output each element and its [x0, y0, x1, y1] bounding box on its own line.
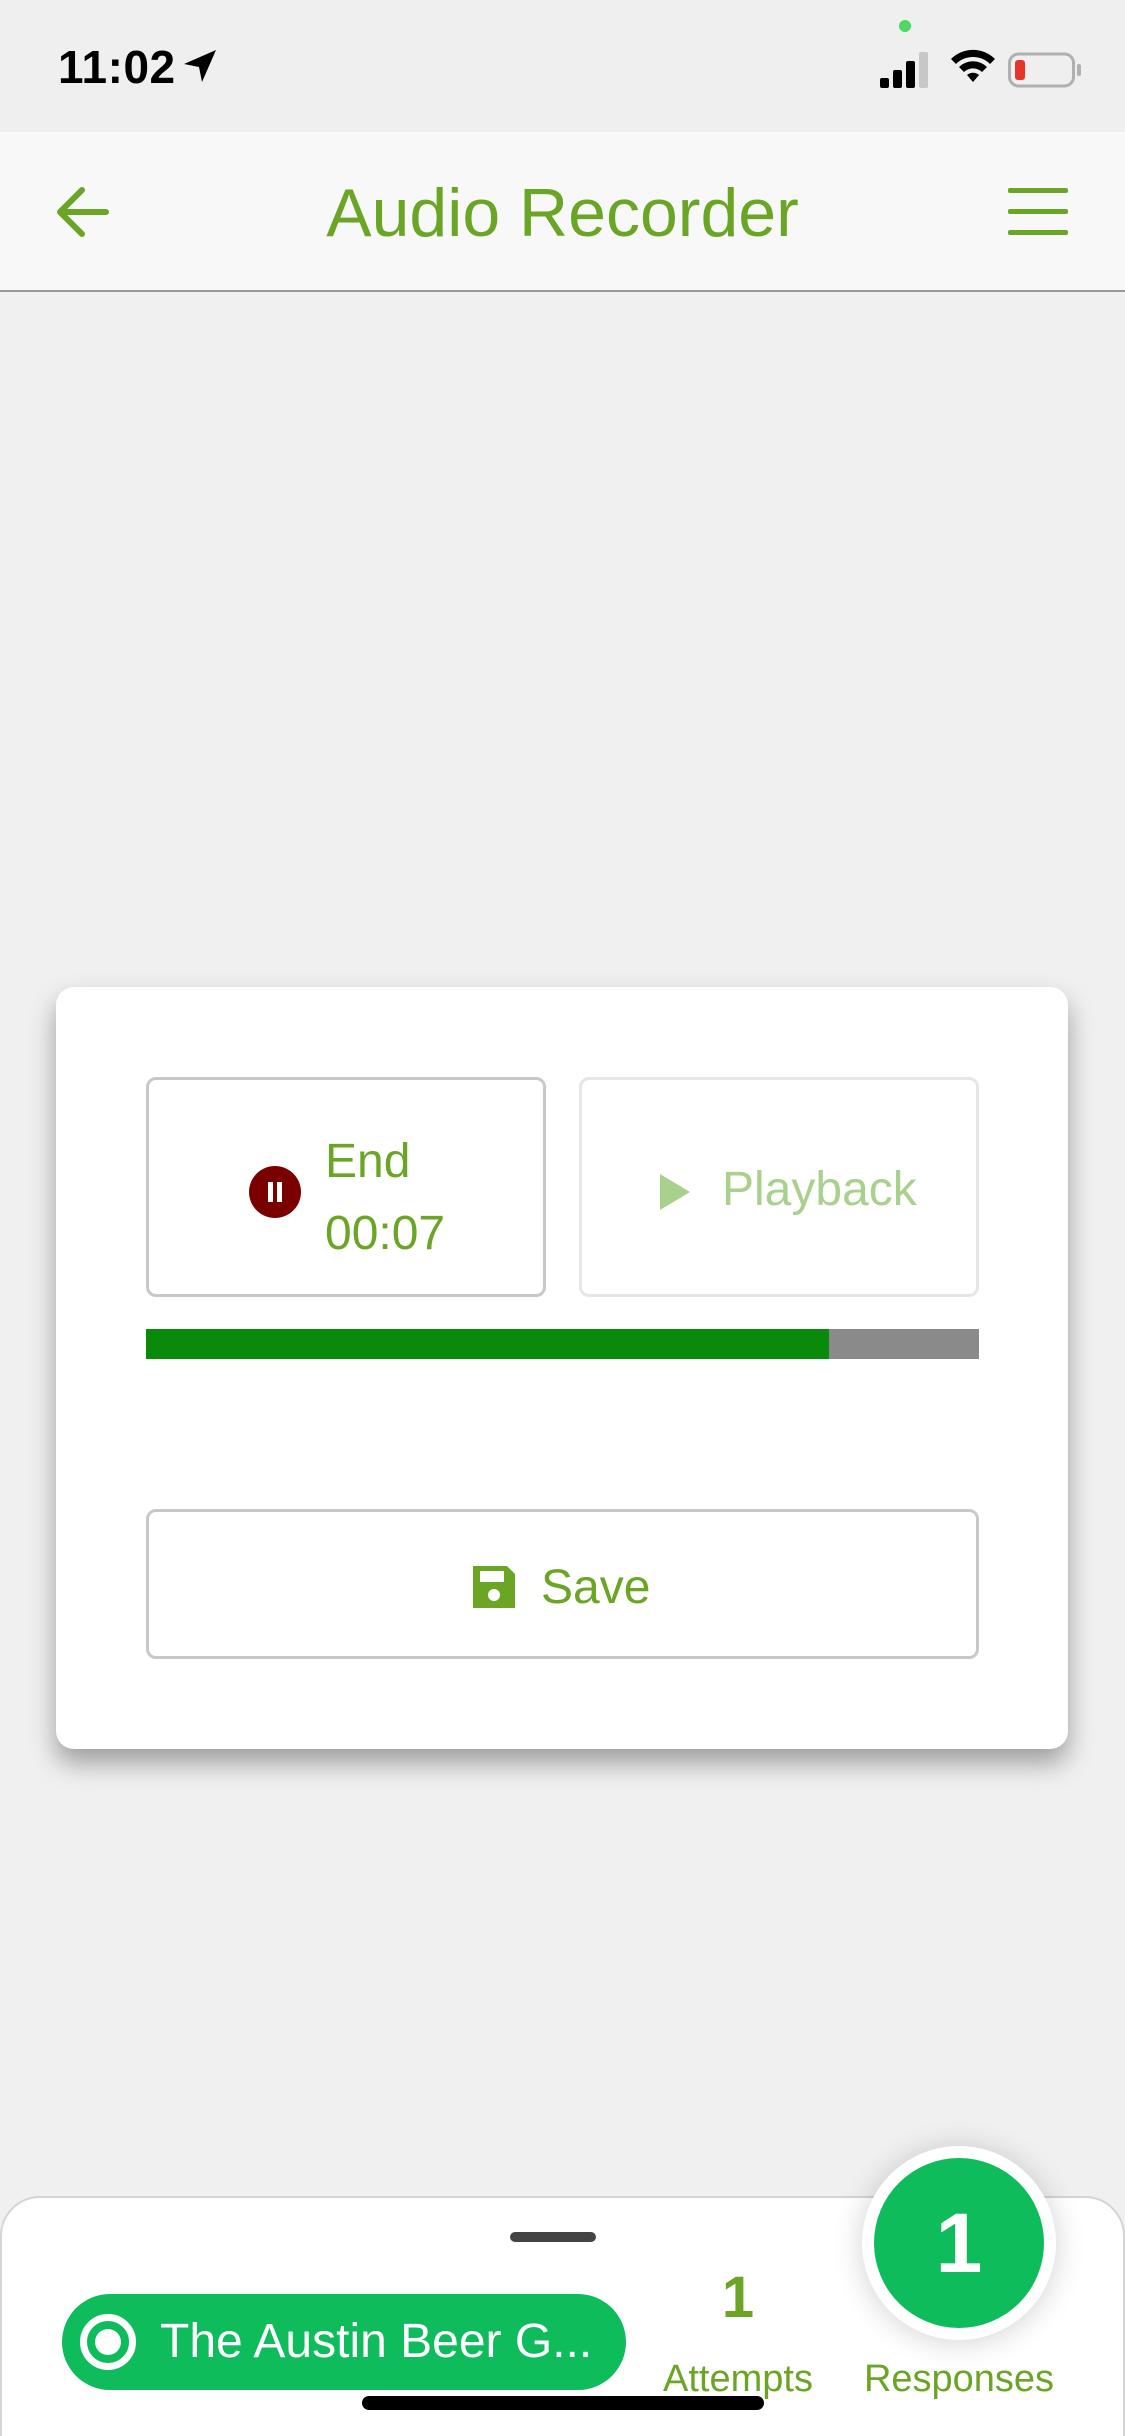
home-indicator[interactable] [362, 2396, 764, 2410]
battery-icon [1008, 52, 1081, 88]
app-screen: 11:02 Audio Recorder End 00:07 Playback … [0, 0, 1125, 2436]
location-label: The Austin Beer G... [160, 2315, 593, 2368]
hamburger-menu-icon[interactable] [1004, 184, 1072, 240]
page-title: Audio Recorder [326, 175, 799, 251]
playback-label: Playback [722, 1163, 917, 1216]
playback-button[interactable]: Playback [579, 1077, 979, 1297]
location-arrow-icon [184, 50, 216, 82]
status-bar: 11:02 [0, 0, 1125, 132]
mic-indicator-dot [899, 20, 911, 32]
end-label: End [325, 1135, 411, 1188]
end-recording-button[interactable]: End 00:07 [146, 1077, 546, 1297]
play-icon [660, 1174, 690, 1210]
attempts-label[interactable]: Attempts [638, 2358, 838, 2401]
recorder-card: End 00:07 Playback Save [56, 987, 1068, 1749]
pause-circle-icon [249, 1166, 301, 1218]
responses-label[interactable]: Responses [854, 2358, 1064, 2401]
floppy-disk-icon [473, 1566, 515, 1608]
save-label: Save [541, 1561, 651, 1614]
location-pill[interactable]: The Austin Beer G... [62, 2294, 626, 2390]
recording-progress-bar [146, 1329, 979, 1359]
sheet-drag-handle[interactable] [510, 2232, 596, 2242]
nav-bar: Audio Recorder [0, 132, 1125, 292]
save-button[interactable]: Save [146, 1509, 979, 1659]
status-time: 11:02 [58, 41, 176, 93]
responses-button[interactable]: 1 [862, 2146, 1056, 2340]
wifi-icon [951, 49, 995, 82]
target-icon [80, 2314, 136, 2370]
responses-count: 1 [874, 2158, 1044, 2328]
signal-icon [880, 52, 928, 88]
attempts-count[interactable]: 1 [638, 2264, 838, 2331]
recording-progress-fill [146, 1329, 830, 1359]
elapsed-time: 00:07 [325, 1207, 446, 1260]
